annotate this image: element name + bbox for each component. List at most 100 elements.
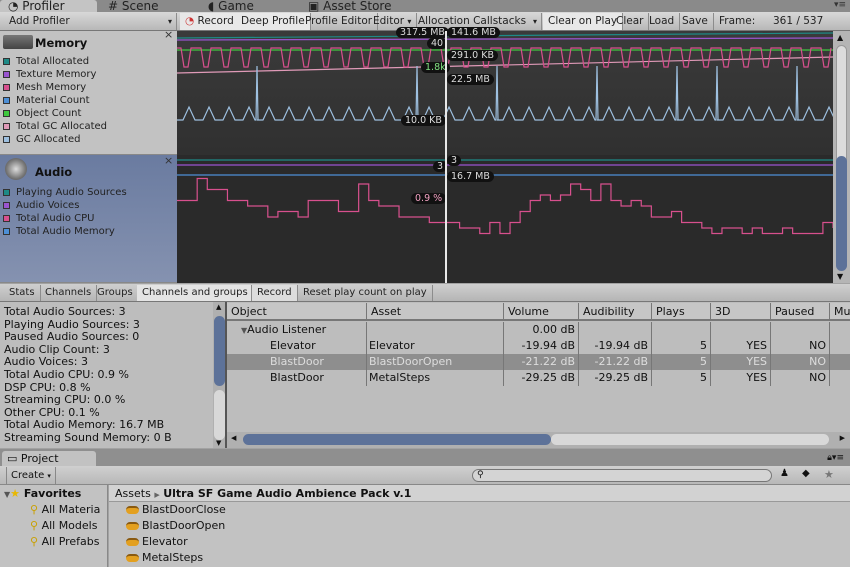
tab-scene[interactable]: # Scene: [100, 0, 195, 12]
cell-audibility: -21.22 dB: [579, 354, 652, 370]
column-header[interactable]: Volume: [504, 303, 579, 321]
legend-item[interactable]: Object Count: [0, 107, 177, 120]
favorite-star-icon[interactable]: ★: [824, 468, 834, 481]
legend-item[interactable]: Total Allocated: [0, 55, 177, 68]
stats-tab[interactable]: Stats: [4, 285, 41, 301]
legend-item[interactable]: Total Audio Memory: [0, 225, 177, 238]
groups-tab[interactable]: Groups: [92, 285, 139, 301]
scroll-thumb[interactable]: [214, 316, 225, 386]
breadcrumb-assets[interactable]: Assets: [115, 487, 151, 500]
search-icon: ⚲: [30, 519, 42, 532]
texture-memory-line: [177, 37, 833, 41]
frame-cursor[interactable]: [445, 31, 447, 283]
lock-icon[interactable]: 🔒︎▾≡: [827, 453, 844, 463]
asset-item[interactable]: Elevator: [126, 534, 188, 550]
legend-item[interactable]: Total GC Allocated: [0, 120, 177, 133]
modules-scrollbar[interactable]: ▲ ▼: [833, 31, 850, 283]
scroll-down-icon[interactable]: ▼: [837, 272, 843, 281]
legend-item[interactable]: Audio Voices: [0, 199, 177, 212]
cell-paused: NO: [771, 338, 830, 354]
create-dropdown[interactable]: Create ▾: [6, 467, 56, 484]
column-header[interactable]: Mu: [830, 303, 850, 321]
table-row[interactable]: BlastDoor BlastDoorOpen -21.22 dB -21.22 dB…: [227, 354, 850, 370]
stat-line: Paused Audio Sources: 0: [4, 330, 140, 344]
asset-item[interactable]: BlastDoorClose: [126, 502, 226, 518]
column-header[interactable]: Paused: [771, 303, 830, 321]
project-search-input[interactable]: ⚲: [472, 469, 772, 482]
cell-audibility: -19.94 dB: [579, 338, 652, 354]
audio-module-legend[interactable]: Audio × Playing Audio Sources Audio Voice…: [0, 154, 177, 283]
favorite-item[interactable]: ⚲ All Materia: [30, 502, 100, 518]
tab-asset-store[interactable]: ▣ Asset Store: [300, 0, 410, 12]
stat-line: Streaming Sound Memory: 0 B: [4, 430, 172, 444]
table-horizontal-scrollbar[interactable]: ◀ ▶: [227, 432, 850, 448]
favorites-header[interactable]: ▼★ Favorites: [4, 486, 81, 502]
table-row[interactable]: Elevator Elevator -19.94 dB -19.94 dB 5 YES NO: [227, 338, 850, 354]
legend-item[interactable]: Total Audio CPU: [0, 212, 177, 225]
add-profiler-dropdown[interactable]: Add Profiler ▾: [4, 13, 177, 30]
memory-chart[interactable]: 317.5 MB 141.6 MB 40 291.0 KB 1.8k 22.5 …: [177, 27, 833, 155]
asset-item[interactable]: MetalSteps: [126, 550, 203, 566]
cell-3d: YES: [711, 354, 771, 370]
scroll-thumb[interactable]: [836, 156, 847, 271]
column-header[interactable]: Object: [227, 303, 367, 321]
scroll-up-icon[interactable]: ▲: [216, 303, 221, 311]
column-header[interactable]: Plays: [652, 303, 711, 321]
legend-swatch: [3, 136, 10, 143]
cell-object: BlastDoor: [227, 354, 367, 370]
audio-clip-icon: [126, 538, 139, 546]
legend-swatch: [3, 84, 10, 91]
tab-profiler[interactable]: ◔ Profiler: [0, 0, 97, 12]
audio-chart[interactable]: 3 3 16.7 MB 0.9 %: [177, 155, 833, 283]
scroll-up-icon[interactable]: ▲: [837, 33, 843, 42]
load-button[interactable]: Load: [644, 13, 681, 30]
tab-project[interactable]: ▭ Project: [2, 451, 96, 466]
scroll-thumb[interactable]: [243, 434, 551, 445]
window-menu-icon[interactable]: ▾≡: [834, 0, 846, 10]
chevron-down-icon: ▾: [47, 472, 51, 480]
stat-line: Streaming CPU: 0.0 %: [4, 393, 126, 407]
total-allocated-line: [177, 32, 833, 39]
profile-editor-button[interactable]: Profile Editor: [300, 13, 379, 30]
save-button[interactable]: Save: [677, 13, 714, 30]
legend-item[interactable]: Playing Audio Sources: [0, 186, 177, 199]
record-button[interactable]: ◔ Record: [180, 13, 240, 30]
table-row[interactable]: BlastDoor MetalSteps -29.25 dB -29.25 dB 5 YE…: [227, 370, 850, 386]
legend-item[interactable]: GC Allocated: [0, 133, 177, 146]
module-title: Memory: [35, 36, 88, 50]
search-icon: ⚲: [30, 535, 42, 548]
channels-tab[interactable]: Channels: [40, 285, 98, 301]
cell-volume: -29.25 dB: [504, 370, 579, 386]
legend-item[interactable]: Material Count: [0, 94, 177, 107]
column-header[interactable]: 3D: [711, 303, 771, 321]
stats-scrollbar[interactable]: ▲ ▼: [213, 302, 227, 448]
column-header[interactable]: Asset: [367, 303, 504, 321]
search-icon: ⚲: [477, 470, 484, 480]
cell-plays: 5: [652, 354, 711, 370]
memory-module-legend[interactable]: Memory × Total Allocated Texture Memory Me…: [0, 28, 177, 155]
asset-item[interactable]: BlastDoorOpen: [126, 518, 225, 534]
audio-record-button[interactable]: Record: [251, 285, 298, 301]
legend-item[interactable]: Mesh Memory: [0, 81, 177, 94]
column-header[interactable]: Audibility: [579, 303, 652, 321]
tab-game[interactable]: ◖ Game: [200, 0, 295, 12]
chevron-down-icon: ▾: [407, 17, 412, 26]
reset-play-count-button[interactable]: Reset play count on play: [298, 285, 433, 301]
legend-swatch: [3, 202, 10, 209]
audio-detail-toolbar: Stats Channels Groups Channels and group…: [0, 284, 850, 302]
scroll-right-icon[interactable]: ▶: [840, 434, 845, 442]
legend-item[interactable]: Texture Memory: [0, 68, 177, 81]
folder-icon: ▭: [7, 452, 21, 465]
favorite-item[interactable]: ⚲ All Prefabs: [30, 534, 100, 550]
filter-by-label-icon[interactable]: ◆: [802, 468, 810, 479]
audio-clip-icon: [126, 506, 139, 514]
scroll-down-icon[interactable]: ▼: [216, 439, 221, 447]
close-icon[interactable]: ×: [164, 28, 173, 41]
scroll-left-icon[interactable]: ◀: [231, 434, 236, 442]
close-icon[interactable]: ×: [164, 154, 173, 167]
filter-by-type-icon[interactable]: ♟: [780, 468, 789, 479]
table-row[interactable]: ▼Audio Listener 0.00 dB: [227, 322, 850, 338]
favorite-item[interactable]: ⚲ All Models: [30, 518, 97, 534]
channels-and-groups-tab[interactable]: Channels and groups: [137, 285, 254, 301]
cell-volume: 0.00 dB: [504, 322, 579, 338]
